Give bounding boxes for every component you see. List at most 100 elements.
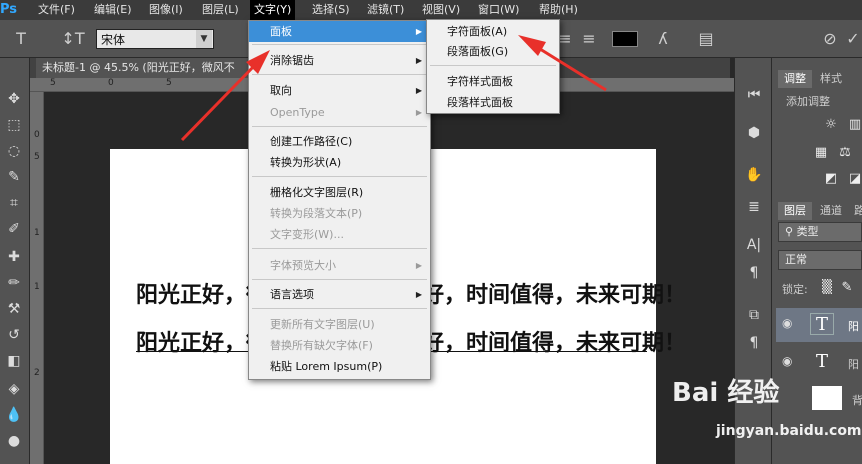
menu-item-create-work-path[interactable]: 创建工作路径(C) [249, 131, 430, 152]
layer-filter-select[interactable]: ⚲ 类型 [778, 222, 862, 242]
eye-icon[interactable]: ◉ [782, 316, 792, 330]
ruler-v-tick: 1 [34, 228, 40, 238]
menu-edit[interactable]: 编辑(E) [90, 0, 136, 20]
3d-panel-icon[interactable]: ⬢ [742, 122, 766, 144]
menu-item-label: 栅格化文字图层(R) [270, 186, 364, 199]
type-tool-icon[interactable]: T [8, 20, 34, 58]
menu-divider [252, 279, 427, 280]
eye-icon[interactable]: ◉ [782, 354, 792, 368]
menu-window[interactable]: 窗口(W) [474, 0, 523, 20]
levels-icon[interactable]: ▥ [846, 116, 862, 134]
menu-view[interactable]: 视图(V) [418, 0, 464, 20]
menu-select[interactable]: 选择(S) [308, 0, 354, 20]
menu-item-convert-to-shape[interactable]: 转换为形状(A) [249, 152, 430, 173]
crop-tool-icon[interactable]: ⌗ [2, 192, 26, 214]
menu-item-label: 替换所有缺欠字体(F) [270, 339, 373, 352]
menu-divider [252, 176, 427, 177]
layer-filter-label: 类型 [796, 225, 819, 238]
menu-item-update-all-text-layers[interactable]: 更新所有文字图层(U) [249, 314, 430, 335]
menu-item-paste-lorem-ipsum[interactable]: 粘贴 Lorem Ipsum(P) [249, 356, 430, 377]
invert-icon[interactable]: ◪ [846, 170, 862, 188]
align-right-icon[interactable]: ≡ [580, 20, 598, 58]
brightness-icon[interactable]: ☼ [822, 116, 840, 134]
marquee-tool-icon[interactable]: ⬚ [2, 114, 26, 136]
healing-tool-icon[interactable]: ✚ [2, 246, 26, 268]
add-adjustment-label: 添加调整 [786, 95, 830, 108]
menu-item-convert-to-paragraph[interactable]: 转换为段落文本(P) [249, 203, 430, 224]
lock-pixels-icon[interactable]: ✎ [838, 279, 856, 297]
menu-layer[interactable]: 图层(L) [198, 0, 243, 20]
menu-item-language-options[interactable]: 语言选项 ▶ [249, 284, 430, 305]
stamp-tool-icon[interactable]: ⚒ [2, 298, 26, 320]
menu-divider [430, 65, 556, 66]
menu-item-warp-text[interactable]: 文字变形(W)... [249, 224, 430, 245]
tab-channels[interactable]: 通道 [814, 202, 848, 220]
ruler-h-tick: 5 [50, 78, 56, 88]
submenu-item-paragraph-styles-panel[interactable]: 段落样式面板 [427, 92, 559, 113]
lasso-tool-icon[interactable]: ◌ [2, 140, 26, 162]
text-color-swatch[interactable] [612, 31, 638, 47]
paragraph-styles-icon[interactable]: ¶ [742, 332, 766, 354]
commit-icon[interactable]: ✓ [844, 20, 862, 58]
tab-adjustments[interactable]: 调整 [778, 70, 812, 88]
blend-mode-select[interactable]: 正常 [778, 250, 862, 270]
menu-item-orientation[interactable]: 取向 ▶ [249, 80, 430, 101]
submenu-item-character-panel[interactable]: 字符面板(A) [427, 21, 559, 42]
tab-layers[interactable]: 图层 [778, 202, 812, 220]
brush-tool-icon[interactable]: ✏ [2, 272, 26, 294]
search-icon: ⚲ [785, 225, 797, 238]
color-balance-icon[interactable]: ⚖ [836, 144, 854, 162]
menu-item-panels[interactable]: 面板 ▶ [249, 21, 430, 42]
eraser-tool-icon[interactable]: ◧ [2, 350, 26, 372]
move-tool-icon[interactable]: ✥ [2, 88, 26, 110]
tab-styles[interactable]: 样式 [814, 70, 848, 88]
menu-item-label: OpenType [270, 106, 325, 119]
menu-item-opentype[interactable]: OpenType ▶ [249, 102, 430, 123]
vibrance-icon[interactable]: ▦ [812, 144, 830, 162]
eyedropper-tool-icon[interactable]: ✐ [2, 218, 26, 240]
ruler-v-tick: 1 [34, 282, 40, 292]
history-panel-icon[interactable]: ⏮ [742, 84, 766, 106]
lock-transparent-icon[interactable]: ▒ [818, 279, 836, 297]
menu-item-replace-missing-fonts[interactable]: 替换所有缺欠字体(F) [249, 335, 430, 356]
warp-text-icon[interactable]: ʎ [652, 20, 674, 58]
properties-panel-icon[interactable]: ≣ [742, 196, 766, 218]
ruler-v-tick: 0 [34, 130, 40, 140]
submenu-item-paragraph-panel[interactable]: 段落面板(G) [427, 41, 559, 62]
menu-item-rasterize[interactable]: 栅格化文字图层(R) [249, 182, 430, 203]
character-panel-icon[interactable]: A| [742, 234, 766, 256]
cancel-icon[interactable]: ⊘ [818, 20, 842, 58]
brush-panel-icon[interactable]: ✋ [742, 164, 766, 186]
menu-item-label: 字体预览大小 [270, 259, 336, 272]
dodge-tool-icon[interactable]: ● [2, 430, 26, 452]
history-brush-tool-icon[interactable]: ↺ [2, 324, 26, 346]
menu-help[interactable]: 帮助(H) [535, 0, 582, 20]
text-orientation-icon[interactable]: ↕T [60, 20, 86, 58]
paint-bucket-tool-icon[interactable]: ◈ [2, 378, 26, 400]
layer-name: 阳 [848, 358, 859, 371]
photoshop-logo: Ps [0, 2, 18, 17]
menu-filter[interactable]: 滤镜(T) [363, 0, 408, 20]
menu-item-label: 面板 [270, 25, 292, 38]
menu-item-anti-alias[interactable]: 消除锯齿 ▶ [249, 50, 430, 71]
character-panel-icon[interactable]: ▤ [694, 20, 718, 58]
ruler-v-tick: 2 [34, 368, 40, 378]
blur-tool-icon[interactable]: 💧 [2, 404, 26, 426]
character-styles-icon[interactable]: ⧉ [742, 304, 766, 326]
submenu-arrow-icon: ▶ [415, 290, 422, 299]
menu-image[interactable]: 图像(I) [145, 0, 187, 20]
menu-item-font-preview-size[interactable]: 字体预览大小 ▶ [249, 255, 430, 276]
menu-file[interactable]: 文件(F) [34, 0, 79, 20]
lock-label: 锁定: [782, 283, 808, 296]
photo-filter-icon[interactable]: ◩ [822, 170, 840, 188]
quick-select-tool-icon[interactable]: ✎ [2, 166, 26, 188]
paragraph-panel-icon[interactable]: ¶ [742, 262, 766, 284]
submenu-item-character-styles-panel[interactable]: 字符样式面板 [427, 71, 559, 92]
submenu-arrow-icon: ▶ [415, 108, 422, 117]
menu-type[interactable]: 文字(Y) [250, 0, 296, 20]
tab-paths[interactable]: 路 [848, 202, 862, 220]
document-tab[interactable]: 未标题-1 @ 45.5% (阳光正好，微风不 [36, 58, 256, 78]
submenu-arrow-icon: ▶ [415, 27, 422, 36]
layer-name: 背 [852, 394, 862, 407]
chevron-down-icon[interactable]: ▼ [196, 30, 212, 48]
